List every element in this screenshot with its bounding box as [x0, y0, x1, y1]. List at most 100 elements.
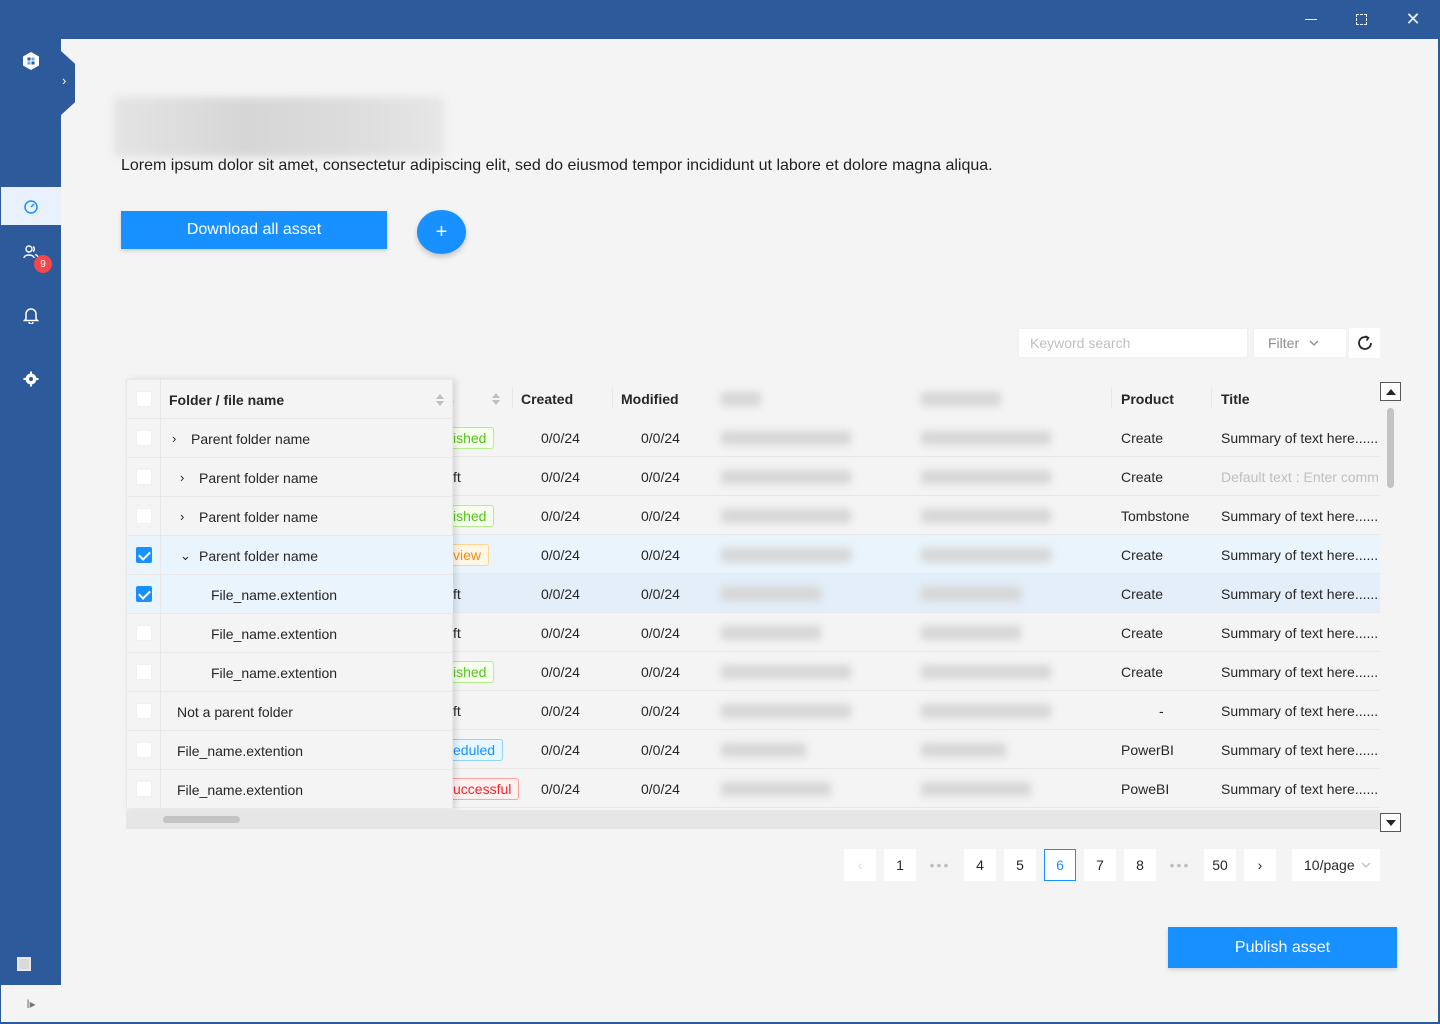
title-cell[interactable]: Summary of text here......	[1221, 496, 1380, 535]
table-row-name[interactable]: › Parent folder name	[127, 419, 453, 458]
table-row-name[interactable]: File_name.extention	[127, 731, 453, 770]
row-checkbox[interactable]	[136, 508, 152, 524]
chevron-right-icon[interactable]: ›	[180, 458, 184, 497]
created-date: 0/0/24	[541, 624, 580, 641]
horizontal-scrollbar[interactable]	[126, 810, 1380, 829]
add-button[interactable]: +	[417, 210, 466, 254]
chevron-right-icon[interactable]: ›	[180, 497, 184, 536]
document-icon[interactable]	[17, 957, 31, 971]
title-cell[interactable]: Summary of text here......	[1221, 418, 1380, 457]
select-all-checkbox[interactable]	[136, 391, 152, 407]
table-row-name[interactable]: › Parent folder name	[127, 497, 453, 536]
product-cell: Create	[1121, 585, 1164, 602]
download-all-button[interactable]: Download all asset	[121, 211, 387, 249]
page-6-current[interactable]: 6	[1044, 849, 1076, 881]
scroll-up-button[interactable]	[1380, 382, 1401, 401]
scroll-down-button[interactable]	[1380, 813, 1401, 832]
title-cell[interactable]: Summary of text here......	[1221, 535, 1380, 574]
table-row-name[interactable]: File_name.extention	[127, 614, 453, 653]
product-cell: -	[1159, 702, 1164, 719]
table-row-name[interactable]: File_name.extention	[127, 770, 453, 809]
rail-item-dashboard[interactable]	[1, 187, 61, 225]
column-header-created[interactable]: Created	[521, 379, 573, 418]
title-cell[interactable]: Summary of text here......	[1221, 730, 1380, 769]
prev-page-button[interactable]: ‹	[844, 849, 876, 881]
file-name[interactable]: File_name.extention	[211, 614, 337, 653]
chevron-down-icon[interactable]: ⌄	[180, 536, 191, 575]
file-name[interactable]: File_name.extention	[211, 653, 337, 692]
maximize-icon[interactable]	[1336, 0, 1386, 39]
expand-rail-button[interactable]: ›	[61, 51, 75, 115]
close-icon[interactable]: ✕	[1388, 0, 1438, 39]
rail-item-settings[interactable]	[0, 360, 61, 398]
table-row-name[interactable]: File_name.extention	[127, 575, 453, 614]
filter-label: Filter	[1268, 335, 1300, 351]
row-checkbox[interactable]	[136, 547, 152, 563]
next-page-button[interactable]: ›	[1244, 849, 1276, 881]
page-ellipsis[interactable]: •••	[924, 849, 956, 881]
sort-icon[interactable]	[492, 393, 500, 405]
title-cell[interactable]: Default text : Enter comm	[1221, 457, 1380, 496]
file-name[interactable]: Parent folder name	[191, 419, 310, 458]
page-4[interactable]: 4	[964, 849, 996, 881]
page-7[interactable]: 7	[1084, 849, 1116, 881]
modified-date: 0/0/24	[641, 624, 680, 641]
title-cell[interactable]: Summary of text here......	[1221, 574, 1380, 613]
product-cell: PowerBI	[1121, 741, 1174, 758]
chevron-right-icon: ›	[62, 73, 67, 88]
row-checkbox[interactable]	[136, 703, 152, 719]
title-cell[interactable]: Summary of text here......	[1221, 691, 1380, 730]
rail-item-notifications[interactable]	[0, 296, 61, 334]
collapse-rail-button[interactable]: I▸	[1, 985, 61, 1023]
column-header-title[interactable]: Title	[1221, 379, 1250, 418]
row-checkbox[interactable]	[136, 469, 152, 485]
table-row-name[interactable]: File_name.extention	[127, 653, 453, 692]
status-tag: uccessful	[453, 778, 520, 800]
file-name[interactable]: Parent folder name	[199, 536, 318, 575]
file-name[interactable]: File_name.extention	[177, 770, 303, 809]
row-checkbox[interactable]	[136, 430, 152, 446]
column-header-product[interactable]: Product	[1121, 379, 1174, 418]
title-cell[interactable]: Summary of text here......	[1221, 769, 1380, 808]
file-name[interactable]: Parent folder name	[199, 458, 318, 497]
column-header-modified[interactable]: Modified	[621, 379, 679, 418]
filter-dropdown[interactable]: Filter	[1253, 328, 1347, 358]
title-cell[interactable]: Summary of text here......	[1221, 613, 1380, 652]
column-header-status[interactable]: s	[446, 379, 506, 418]
row-checkbox[interactable]	[136, 742, 152, 758]
file-name[interactable]: Parent folder name	[199, 497, 318, 536]
table-row-name[interactable]: › Parent folder name	[127, 458, 453, 497]
column-header-name[interactable]: Folder / file name	[169, 380, 284, 419]
file-name[interactable]: File_name.extention	[211, 575, 337, 614]
table-row-name[interactable]: Not a parent folder	[127, 692, 453, 731]
blurred-cell	[921, 431, 1051, 445]
table-row-name[interactable]: ⌄ Parent folder name	[127, 536, 453, 575]
refresh-button[interactable]	[1349, 328, 1380, 358]
publish-asset-button[interactable]: Publish asset	[1168, 927, 1397, 968]
page-5[interactable]: 5	[1004, 849, 1036, 881]
app-logo-icon[interactable]	[21, 51, 41, 71]
page-8[interactable]: 8	[1124, 849, 1156, 881]
row-checkbox[interactable]	[136, 781, 152, 797]
page-ellipsis[interactable]: •••	[1164, 849, 1196, 881]
status-tag: ft	[453, 586, 461, 602]
row-checkbox[interactable]	[136, 586, 152, 602]
vertical-scrollbar-thumb[interactable]	[1387, 408, 1394, 488]
frozen-name-column: Folder / file name › Parent folder name › P…	[126, 379, 453, 809]
title-cell[interactable]: Summary of text here......	[1221, 652, 1380, 691]
row-checkbox[interactable]	[136, 625, 152, 641]
search-input[interactable]: Keyword search	[1018, 328, 1248, 358]
minimize-icon[interactable]	[1286, 0, 1336, 39]
page-size-select[interactable]: 10/page	[1292, 849, 1380, 881]
page-50[interactable]: 50	[1204, 849, 1236, 881]
chevron-right-icon[interactable]: ›	[172, 419, 176, 458]
blurred-cell	[721, 704, 851, 718]
page-1[interactable]: 1	[884, 849, 916, 881]
row-checkbox[interactable]	[136, 664, 152, 680]
modified-date: 0/0/24	[641, 702, 680, 719]
file-name[interactable]: File_name.extention	[177, 731, 303, 770]
horizontal-scrollbar-thumb[interactable]	[163, 816, 240, 823]
sort-icon[interactable]	[436, 394, 444, 406]
blurred-cell	[921, 509, 1051, 523]
file-name[interactable]: Not a parent folder	[177, 692, 293, 731]
